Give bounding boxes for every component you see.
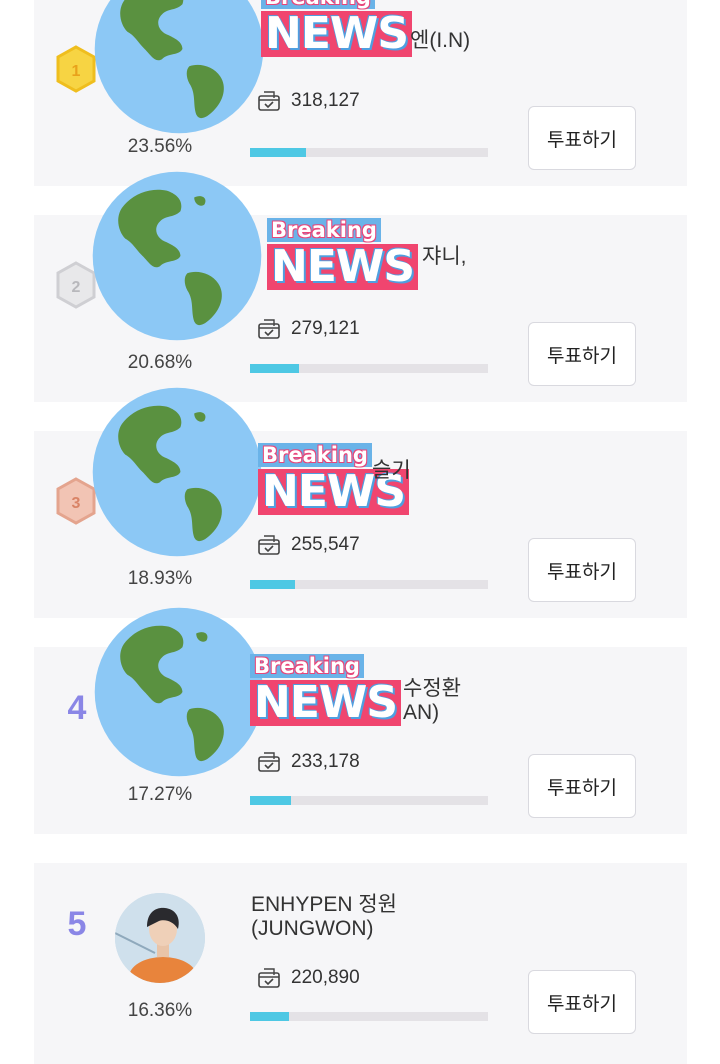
ballot-box-icon xyxy=(258,91,280,111)
breaking-news-sticker: Breaking NEWS xyxy=(267,218,419,290)
vote-share-fill xyxy=(250,1012,289,1021)
breaking-news-sticker: Breaking NEWS xyxy=(261,0,413,57)
artist-name-line1: 슬기 xyxy=(372,459,411,482)
artist-name: 슬기 xyxy=(372,459,632,483)
globe-icon xyxy=(94,607,264,777)
artist-name: 엔(I.N) xyxy=(410,29,670,53)
breaking-label: Breaking xyxy=(250,654,364,678)
artist-name: ENHYPEN 정원 (JUNGWON) xyxy=(251,893,511,941)
vote-count-row: 318,127 xyxy=(257,89,360,113)
vote-share-bar xyxy=(250,796,488,805)
vote-count: 255,547 xyxy=(291,534,360,555)
rank-number: 4 xyxy=(67,689,87,727)
vote-count-row: 233,178 xyxy=(257,750,360,774)
vote-percent: 18.93% xyxy=(127,568,193,589)
news-label: NEWS xyxy=(267,244,419,290)
artist-name-line1: 엔(I.N) xyxy=(410,29,471,52)
rank-number: 5 xyxy=(67,905,87,943)
vote-count: 233,178 xyxy=(291,751,360,772)
artist-name-line2: AN) xyxy=(403,701,440,724)
artist-name: 쟈니, xyxy=(422,245,682,269)
ranking-card-3: 3 Breaking NEWS 슬기 255,547 18.93% 투표하기 xyxy=(34,387,687,618)
ballot-box-icon xyxy=(258,319,280,339)
rank-number: 1 xyxy=(72,63,81,80)
vote-share-fill xyxy=(250,580,296,589)
ballot-box-icon xyxy=(258,752,280,772)
ranking-card-1: 1 Breaking NEWS 엔(I.N) 318,127 23.56% 투표… xyxy=(34,0,687,186)
artist-photo xyxy=(115,893,205,983)
artist-name-line1: ENHYPEN 정원 xyxy=(251,893,397,916)
vote-share-bar xyxy=(250,364,488,373)
vote-button[interactable]: 투표하기 xyxy=(528,538,636,602)
vote-count: 220,890 xyxy=(291,967,360,988)
globe-icon xyxy=(92,171,262,341)
breaking-label: Breaking xyxy=(258,443,372,467)
artist-name-line1: 수정환 xyxy=(403,677,461,700)
vote-button[interactable]: 투표하기 xyxy=(528,970,636,1034)
ranking-card-2: 2 Breaking NEWS 쟈니, 279,121 20.68% 투표하기 xyxy=(34,171,687,402)
vote-share-bar xyxy=(250,1012,488,1021)
avatar xyxy=(115,893,205,983)
news-label: NEWS xyxy=(250,680,402,726)
vote-percent: 20.68% xyxy=(127,352,193,373)
rank-number: 3 xyxy=(72,495,81,512)
vote-percent: 17.27% xyxy=(127,784,193,805)
vote-percent: 23.56% xyxy=(127,136,193,157)
gold-medal-icon: 1 xyxy=(56,45,96,93)
ranking-card-5: 5 ENHYPEN 정원 (JUNGWON) 220,890 16.36% 투표… xyxy=(34,863,687,1064)
ranking-card-4: 4 Breaking NEWS 수정환 AN) 233,178 17.27% 투… xyxy=(34,607,687,834)
globe-icon xyxy=(94,0,264,134)
vote-count-row: 220,890 xyxy=(257,966,360,990)
vote-count-row: 255,547 xyxy=(257,533,360,557)
vote-share-fill xyxy=(250,364,300,373)
ballot-box-icon xyxy=(258,535,280,555)
artist-name-line2: (JUNGWON) xyxy=(251,917,374,940)
vote-button[interactable]: 투표하기 xyxy=(528,322,636,386)
vote-share-bar xyxy=(250,580,488,589)
vote-count: 318,127 xyxy=(291,90,360,111)
vote-share-fill xyxy=(250,796,292,805)
rank-number: 2 xyxy=(72,279,81,296)
vote-count: 279,121 xyxy=(291,318,360,339)
vote-share-fill xyxy=(250,148,307,157)
breaking-label: Breaking xyxy=(267,218,381,242)
vote-share-bar xyxy=(250,148,488,157)
artist-name-line1: 쟈니, xyxy=(422,245,467,268)
vote-button[interactable]: 투표하기 xyxy=(528,106,636,170)
vote-count-row: 279,121 xyxy=(257,317,360,341)
globe-icon xyxy=(92,387,262,557)
ballot-box-icon xyxy=(258,968,280,988)
vote-button[interactable]: 투표하기 xyxy=(528,754,636,818)
artist-name: 수정환 AN) xyxy=(403,677,663,725)
news-label: NEWS xyxy=(261,11,413,57)
vote-percent: 16.36% xyxy=(127,1000,193,1021)
breaking-news-sticker: Breaking NEWS xyxy=(250,654,402,726)
